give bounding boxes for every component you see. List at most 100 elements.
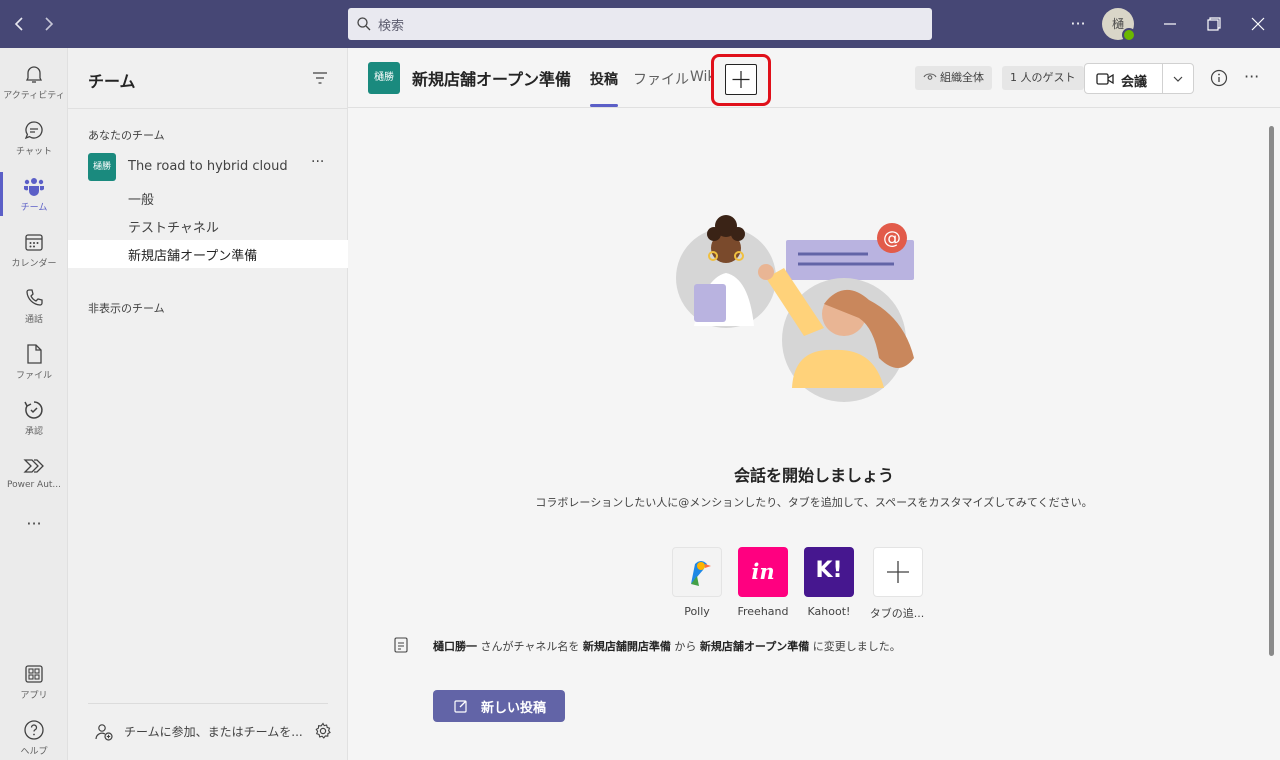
app-tile-freehand[interactable]: in (738, 547, 788, 597)
tab-wiki[interactable]: Wiki (690, 69, 712, 89)
freehand-icon: in (751, 559, 775, 584)
search-icon (357, 17, 371, 31)
plus-icon (732, 71, 750, 88)
guests-badge: 1 人のゲスト (1002, 66, 1084, 90)
conversation-illustration: @ (676, 215, 914, 402)
rail-label: チーム (20, 203, 48, 213)
old-channel-name: 新規店舗開店準備 (582, 640, 671, 653)
rail-label: チャット (16, 147, 52, 157)
new-channel-name: 新規店舗オープン準備 (699, 640, 810, 653)
rail-label: アクティビティ (3, 91, 65, 101)
eye-icon (923, 73, 937, 80)
bell-icon (25, 66, 43, 83)
empty-state-title: 会話を開始しましょう (733, 466, 894, 485)
app-tile-add-tab[interactable] (873, 547, 923, 597)
divider (1162, 64, 1163, 93)
more-options-icon[interactable]: ··· (1244, 67, 1259, 86)
search-box[interactable]: 検索 (348, 8, 932, 40)
channel-header: 樋勝 新規店舗オープン準備 投稿 ファイル Wiki 組織全体 1 人のゲスト … (348, 48, 1280, 108)
restore-button[interactable] (1202, 12, 1226, 36)
avatar-initial: 樋 (1111, 17, 1124, 31)
plus-icon (887, 561, 909, 583)
active-tab-indicator (590, 104, 618, 107)
rail-item-teams[interactable]: チーム (0, 166, 68, 222)
join-label: チームに参加、またはチームを... (124, 725, 303, 739)
close-button[interactable] (1246, 12, 1270, 36)
channel-team-avatar: 樋勝 (368, 62, 400, 94)
app-tile-kahoot[interactable]: K! (804, 547, 854, 597)
add-people-icon (95, 724, 113, 741)
teams-panel: チーム あなたのチーム 樋勝 The road to hybrid cloud … (68, 48, 348, 760)
meet-button[interactable]: 会議 (1084, 63, 1194, 94)
divider (88, 703, 328, 704)
channel-label: 一般 (128, 193, 155, 208)
team-row[interactable]: 樋勝 The road to hybrid cloud ··· (68, 152, 348, 184)
team-avatar: 樋勝 (88, 153, 116, 181)
scrollbar[interactable] (1269, 126, 1274, 656)
rail-item-files[interactable]: ファイル (0, 334, 68, 390)
team-more-button[interactable]: ··· (311, 154, 324, 170)
tab-posts[interactable]: 投稿 (590, 69, 618, 89)
app-tile-polly[interactable] (672, 547, 722, 597)
guests-label: 1 人のゲスト (1010, 71, 1076, 84)
system-message-text: 樋口勝一 さんがチャネル名を 新規店舗開店準備 から 新規店舗オープン準備 に変… (433, 638, 901, 654)
new-post-button[interactable]: 新しい投稿 (433, 690, 565, 722)
help-icon (24, 720, 44, 740)
chevron-right-icon (45, 17, 54, 31)
meet-label: 会議 (1121, 75, 1148, 90)
rail-item-chat[interactable]: チャット (0, 110, 68, 166)
rail-label: Power Aut... (6, 480, 62, 490)
search-placeholder: 検索 (378, 19, 405, 34)
chevron-left-icon (14, 17, 23, 31)
app-label: タブの追... (869, 607, 925, 620)
channel-label: テストチャネル (128, 221, 219, 236)
divider (68, 108, 348, 109)
org-wide-label: 組織全体 (940, 71, 984, 84)
chat-icon (24, 121, 43, 140)
join-or-create-team[interactable]: チームに参加、またはチームを... (88, 720, 338, 744)
channel-view: 樋勝 新規店舗オープン準備 投稿 ファイル Wiki 組織全体 1 人のゲスト … (348, 48, 1280, 760)
chevron-down-icon[interactable] (1171, 73, 1185, 85)
info-icon[interactable] (1210, 69, 1228, 87)
approvals-icon (24, 401, 43, 419)
power-automate-icon (23, 459, 44, 473)
message-text: さんがチャネル名を (480, 640, 580, 653)
panel-title: チーム (88, 72, 136, 91)
rail-label: 通話 (24, 315, 43, 325)
channel-item-new-store[interactable]: 新規店舗オープン準備 (68, 240, 348, 268)
gear-icon[interactable] (314, 722, 332, 740)
more-icon: ··· (26, 514, 42, 533)
polly-icon (691, 561, 711, 586)
rail-more-button[interactable]: ··· (0, 510, 68, 540)
empty-state-subtitle: コラボレーションしたい人に@メンションしたり、タブを追加して、スペースをカスタマ… (535, 496, 1093, 509)
minimize-button[interactable] (1158, 12, 1182, 36)
channel-item-test[interactable]: テストチャネル (68, 212, 348, 240)
rail-item-calls[interactable]: 通話 (0, 278, 68, 334)
tab-files[interactable]: ファイル (633, 69, 689, 89)
rail-item-calendar[interactable]: カレンダー (0, 222, 68, 278)
system-message: 樋口勝一 さんがチャネル名を 新規店舗開店準備 から 新規店舗オープン準備 に変… (394, 636, 1254, 656)
rail-label: 承認 (24, 427, 43, 437)
title-bar: 検索 ··· 樋 (0, 0, 1280, 48)
apps-icon (25, 665, 43, 683)
channel-item-general[interactable]: 一般 (68, 184, 348, 212)
filter-icon[interactable] (311, 70, 329, 86)
hidden-teams-label[interactable]: 非表示のチーム (88, 300, 165, 316)
close-icon (1251, 17, 1265, 31)
rail-item-apps[interactable]: アプリ (0, 654, 68, 710)
rail-item-activity[interactable]: アクティビティ (0, 54, 68, 110)
kahoot-icon: K! (815, 558, 843, 583)
rail-item-approvals[interactable]: 承認 (0, 390, 68, 446)
add-tab-button[interactable] (725, 64, 757, 95)
rail-item-help[interactable]: ヘルプ (0, 710, 68, 760)
svg-text:@: @ (883, 228, 901, 249)
channel-title: 新規店舗オープン準備 (412, 70, 572, 89)
forward-button[interactable] (36, 12, 60, 36)
rail-item-power-automate[interactable]: Power Aut... (0, 446, 68, 502)
user-avatar[interactable]: 樋 (1102, 8, 1136, 42)
back-button[interactable] (8, 12, 32, 36)
channel-label: 新規店舗オープン準備 (128, 249, 258, 264)
more-options-button[interactable]: ··· (1066, 12, 1090, 36)
org-wide-badge: 組織全体 (915, 66, 992, 90)
document-icon (394, 637, 408, 653)
